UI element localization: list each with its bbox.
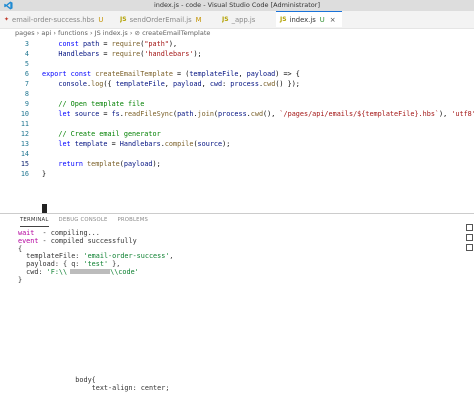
tab-debug-console[interactable]: DEBUG CONSOLE — [59, 217, 108, 227]
line-number: 5 — [24, 60, 29, 68]
code-line[interactable]: 9 // Open template file — [0, 100, 474, 110]
terminal-line: cwd: 'F:\\ \\code' — [18, 267, 139, 276]
tab-email-order-success[interactable]: ✦ email-order-success.hbs U — [4, 11, 120, 28]
tab-label: index.js — [289, 15, 316, 24]
code-line[interactable]: 7 console.log({ templateFile, payload, c… — [0, 80, 474, 90]
line-number: 6 — [24, 70, 29, 78]
line-number: 12 — [20, 130, 29, 138]
editor-tab-bar: ✦ email-order-success.hbs U JS sendOrder… — [0, 11, 474, 29]
close-icon[interactable]: × — [330, 16, 336, 24]
tab-send-order-email[interactable]: JS sendOrderEmail.js M — [120, 11, 220, 28]
terminal-instance-icon[interactable] — [466, 244, 473, 251]
line-number: 16 — [20, 170, 29, 178]
code-line[interactable]: 4 Handlebars = require('handlebars'); — [0, 50, 474, 60]
tab-status: M — [195, 15, 202, 24]
code-text: const path = require("path"), — [58, 40, 178, 48]
code-text: let source = fs.readFileSync(path.join(p… — [58, 110, 474, 118]
line-number: 10 — [20, 110, 29, 118]
code-editor[interactable]: 3 const path = require("path"), 4 Handleb… — [0, 38, 474, 214]
code-text: return template(payload); — [58, 160, 161, 168]
code-text: export const createEmailTemplate = (temp… — [42, 70, 300, 78]
code-text: // Create email generator — [58, 130, 161, 138]
tab-label: sendOrderEmail.js — [129, 15, 192, 24]
code-line[interactable]: 11 — [0, 120, 474, 130]
code-line[interactable]: 16} — [0, 170, 474, 180]
line-number: 13 — [20, 140, 29, 148]
tab-status: U — [319, 15, 325, 24]
breadcrumb[interactable]: pages › api › functions › JS index.js › … — [0, 29, 474, 38]
code-line[interactable]: 3 const path = require("path"), — [0, 40, 474, 50]
code-line[interactable]: 10 let source = fs.readFileSync(path.joi… — [0, 110, 474, 120]
line-number: 3 — [24, 40, 29, 48]
code-line[interactable]: 14 — [0, 150, 474, 160]
terminal-instance-icon[interactable] — [466, 234, 473, 241]
js-file-icon: JS — [120, 16, 127, 23]
tab-label: _app.js — [231, 15, 256, 24]
code-text: Handlebars = require('handlebars'); — [58, 50, 202, 58]
window-title: index.js - code - Visual Studio Code [Ad… — [153, 1, 320, 9]
terminal-line: } — [18, 275, 23, 284]
terminal-line: event - compiled successfully — [18, 236, 137, 245]
code-line[interactable]: 5 — [0, 60, 474, 70]
code-text: // Open template file — [58, 100, 145, 108]
line-number: 15 — [20, 160, 29, 168]
handlebars-file-icon: ✦ — [4, 16, 10, 23]
tab-problems[interactable]: PROBLEMS — [118, 217, 149, 227]
tab-terminal[interactable]: TERMINAL — [20, 217, 49, 227]
code-text: } — [42, 170, 47, 178]
panel-side-actions — [466, 224, 474, 254]
line-number: 8 — [24, 90, 29, 98]
js-file-icon: JS — [222, 16, 229, 23]
line-number: 14 — [20, 150, 29, 158]
code-text: console.log({ templateFile, payload, cwd… — [58, 80, 300, 88]
line-number: 9 — [24, 100, 29, 108]
line-number: 11 — [20, 120, 29, 128]
code-line[interactable]: 12 // Create email generator — [0, 130, 474, 140]
line-number: 7 — [24, 80, 29, 88]
code-text: let template = Handlebars.compile(source… — [58, 140, 231, 148]
code-line[interactable]: 13 let template = Handlebars.compile(sou… — [0, 140, 474, 150]
bottom-panel: TERMINAL DEBUG CONSOLE PROBLEMS wait - c… — [0, 213, 474, 415]
tab-app[interactable]: JS _app.js — [222, 11, 274, 28]
js-file-icon: JS — [280, 16, 287, 23]
panel-tabs: TERMINAL DEBUG CONSOLE PROBLEMS — [20, 217, 148, 227]
terminal-line: Order Success - <span class='blur'></spa… — [18, 346, 448, 354]
terminal-output[interactable]: wait - compiling... event - compiled succ… — [18, 229, 448, 393]
code-line[interactable]: 15 return template(payload); — [0, 160, 474, 170]
line-number: 4 — [24, 50, 29, 58]
code-line[interactable]: 8 — [0, 90, 474, 100]
title-bar: index.js - code - Visual Studio Code [Ad… — [0, 0, 474, 11]
tab-label: email-order-success.hbs — [12, 15, 95, 24]
code-line[interactable]: 6 export const createEmailTemplate = (tem… — [0, 70, 474, 80]
tab-status: U — [98, 15, 104, 24]
terminal-instance-icon[interactable] — [466, 224, 473, 231]
terminal-line: text-align: center; — [18, 384, 170, 392]
tab-index-active[interactable]: JS index.js U × — [276, 11, 342, 27]
